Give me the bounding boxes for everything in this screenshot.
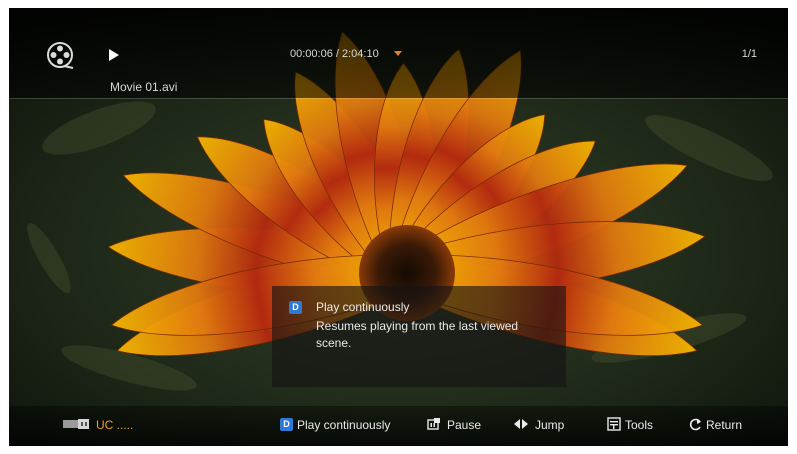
return-icon	[689, 418, 701, 431]
header-divider	[9, 98, 788, 99]
file-name: Movie 01.avi	[110, 80, 178, 94]
tools-icon	[607, 417, 621, 431]
playback-time: 00:00:06 / 2:04:10	[290, 48, 379, 60]
bottom-control-bar: UC ..... D Play continuously Pause Jump …	[9, 406, 788, 446]
popup-title: Play continuously	[316, 300, 410, 314]
video-player-screen: 00:00:06 / 2:04:10 1/1 Movie 01.avi D Pl…	[9, 8, 788, 446]
usb-device-icon	[63, 419, 89, 429]
play-continuously-button[interactable]: Play continuously	[297, 418, 390, 432]
play-continuously-popup: D Play continuously Resumes playing from…	[272, 286, 566, 387]
tools-button[interactable]: Tools	[625, 418, 653, 432]
pause-button[interactable]: Pause	[447, 418, 481, 432]
page-indicator: 1/1	[741, 48, 757, 60]
device-label[interactable]: UC .....	[96, 418, 133, 432]
time-dropdown-icon[interactable]	[394, 51, 402, 56]
blue-d-button-icon: D	[280, 418, 293, 431]
jump-button[interactable]: Jump	[535, 418, 564, 432]
film-reel-icon	[47, 42, 74, 69]
return-button[interactable]: Return	[706, 418, 742, 432]
top-info-bar: 00:00:06 / 2:04:10 1/1 Movie 01.avi	[9, 8, 788, 98]
blue-d-button-icon: D	[289, 301, 302, 314]
play-status-icon	[109, 49, 119, 61]
left-right-arrows-icon	[514, 419, 528, 429]
popup-description: Resumes playing from the last viewed sce…	[316, 319, 519, 350]
pause-button-icon	[427, 418, 440, 430]
